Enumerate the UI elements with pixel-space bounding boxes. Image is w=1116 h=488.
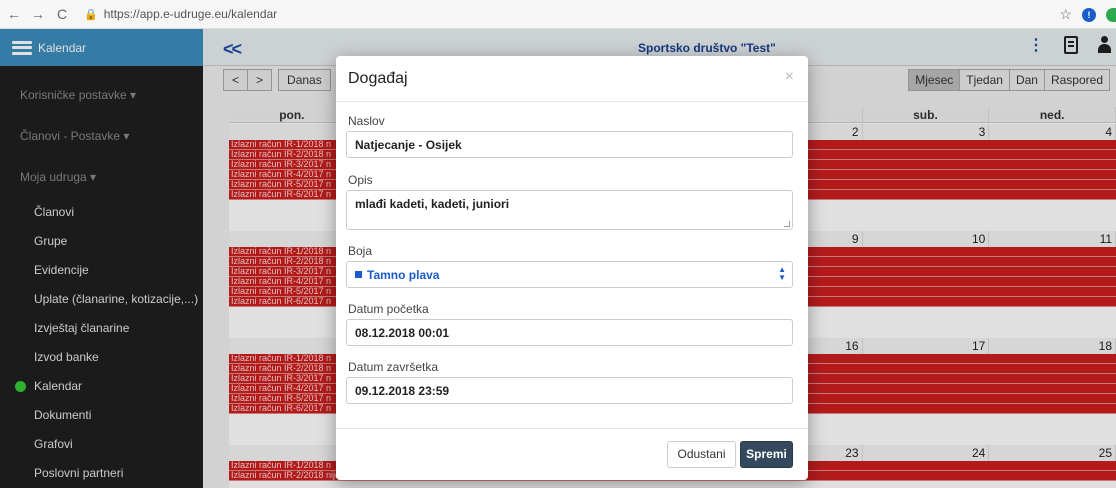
reload-icon[interactable]: C <box>52 6 72 22</box>
title-label: Naslov <box>348 114 385 128</box>
start-date-input[interactable]: 08.12.2018 00:01 <box>346 319 793 346</box>
bookmark-star-icon[interactable]: ☆ <box>1059 6 1072 23</box>
event-dialog: Događaj × Naslov Natjecanje - Osijek Opi… <box>336 56 808 480</box>
lock-icon: 🔒 <box>84 8 98 21</box>
color-select[interactable]: Tamno plava ▲ ▼ <box>346 261 793 288</box>
dialog-header: Događaj × <box>336 56 808 102</box>
forward-arrow-icon[interactable]: → <box>28 6 48 22</box>
resize-handle-icon[interactable] <box>784 221 790 227</box>
color-select-value: Tamno plava <box>367 268 440 282</box>
save-button[interactable]: Spremi <box>740 441 793 468</box>
browser-toolbar: ← → C 🔒 https://app.e-udruge.eu/kalendar… <box>0 0 1116 29</box>
browser-actions: ☆ ! <box>1059 0 1116 29</box>
description-label: Opis <box>348 173 373 187</box>
description-textarea[interactable]: mlađi kadeti, kadeti, juniori <box>346 190 793 230</box>
description-text: mlađi kadeti, kadeti, juniori <box>355 197 510 211</box>
dialog-title: Događaj <box>348 70 408 87</box>
select-arrows-icon: ▲ ▼ <box>778 265 786 282</box>
start-date-label: Datum početka <box>348 302 429 316</box>
dialog-footer: Odustani Spremi <box>336 428 808 480</box>
end-date-label: Datum završetka <box>348 360 439 374</box>
extension-icon[interactable]: ! <box>1082 7 1096 22</box>
url-text: https://app.e-udruge.eu/kalendar <box>103 7 278 21</box>
cancel-button[interactable]: Odustani <box>667 441 736 468</box>
back-arrow-icon[interactable]: ← <box>4 6 24 22</box>
title-input[interactable]: Natjecanje - Osijek <box>346 131 793 158</box>
address-bar[interactable]: 🔒 https://app.e-udruge.eu/kalendar <box>84 7 277 21</box>
end-date-input[interactable]: 09.12.2018 23:59 <box>346 377 793 404</box>
color-label: Boja <box>348 244 373 258</box>
color-swatch-icon <box>355 271 362 278</box>
profile-icon[interactable] <box>1106 7 1116 22</box>
close-icon[interactable]: × <box>785 68 794 86</box>
